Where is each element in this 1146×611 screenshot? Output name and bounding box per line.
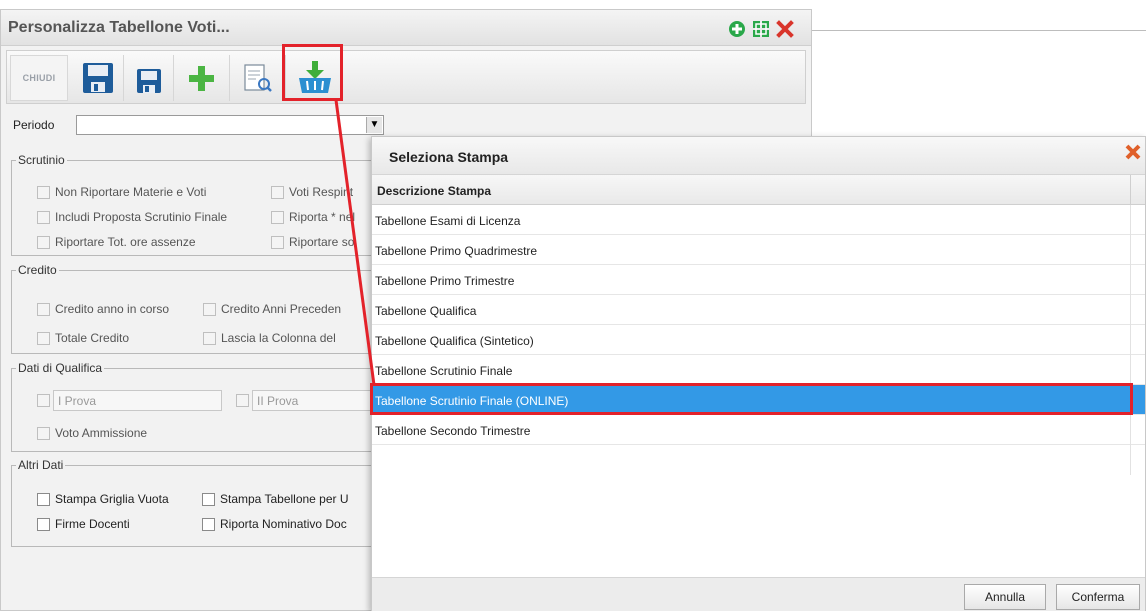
- checkbox-label: Credito Anni Preceden: [221, 302, 342, 316]
- chiudi-button[interactable]: CHIUDI: [10, 55, 68, 101]
- column-header-descrizione[interactable]: Descrizione Stampa: [377, 184, 491, 198]
- seleziona-stampa-dialog: Seleziona Stampa Descrizione Stampa Tabe…: [371, 136, 1146, 611]
- checkbox-box[interactable]: [202, 492, 215, 506]
- checkbox-label: Firme Docenti: [55, 517, 130, 531]
- checkbox-box[interactable]: [37, 235, 50, 249]
- list-item[interactable]: Tabellone Secondo Trimestre: [372, 415, 1145, 445]
- save-button[interactable]: [77, 55, 119, 101]
- checkbox-box[interactable]: [37, 185, 50, 199]
- list-column-line: [1130, 205, 1131, 475]
- prova-2-input[interactable]: II Prova: [252, 390, 372, 411]
- add-icon: [189, 66, 214, 91]
- checkbox-box[interactable]: [271, 235, 284, 249]
- add-circle-icon[interactable]: [728, 20, 746, 38]
- dialog-title: Seleziona Stampa: [389, 149, 509, 165]
- checkbox-label: Lascia la Colonna del: [221, 331, 336, 345]
- close-icon[interactable]: [1123, 142, 1143, 162]
- checkbox-label: Stampa Tabellone per U: [220, 492, 349, 506]
- checkbox-label: Non Riportare Materie e Voti: [55, 185, 207, 199]
- checkbox-label: Stampa Griglia Vuota: [55, 492, 169, 506]
- list-item[interactable]: Tabellone Qualifica (Sintetico): [372, 325, 1145, 355]
- checkbox-stampa-griglia-vuota[interactable]: Stampa Griglia Vuota: [37, 492, 169, 506]
- checkbox-totale-credito[interactable]: Totale Credito: [37, 331, 129, 345]
- checkbox-lascia-colonna[interactable]: Lascia la Colonna del: [203, 331, 336, 345]
- column-divider: [1130, 175, 1131, 205]
- dialog-title-bar: Seleziona Stampa: [372, 137, 1145, 175]
- list-item[interactable]: Tabellone Primo Trimestre: [372, 265, 1145, 295]
- checkbox-riporta-asterisco[interactable]: Riporta * nel: [271, 210, 355, 224]
- list-item[interactable]: Tabellone Primo Quadrimestre: [372, 235, 1145, 265]
- prova-1-input[interactable]: I Prova: [53, 390, 222, 411]
- annulla-button[interactable]: Annulla: [964, 584, 1046, 610]
- toolbar-separator: [173, 55, 174, 101]
- print-preview-icon: [244, 64, 272, 92]
- checkbox-label: Riporta * nel: [289, 210, 356, 224]
- list-header: Descrizione Stampa: [372, 175, 1145, 205]
- checkbox-box[interactable]: [37, 426, 50, 440]
- credito-legend: Credito: [16, 263, 59, 277]
- checkbox-label: Credito anno in corso: [55, 302, 170, 316]
- checkbox-voti-respinti[interactable]: Voti Respint: [271, 185, 353, 199]
- checkbox-box[interactable]: [37, 331, 50, 345]
- annotation-highlight-row: [370, 383, 1133, 415]
- checkbox-label: Riportare so: [289, 235, 355, 249]
- title-bar: Personalizza Tabellone Voti...: [1, 10, 811, 46]
- checkbox-box[interactable]: [202, 517, 215, 531]
- checkbox-box[interactable]: [37, 492, 50, 506]
- qualifica-legend: Dati di Qualifica: [16, 361, 105, 375]
- close-icon[interactable]: [776, 20, 794, 38]
- print-preview-button[interactable]: [235, 55, 279, 101]
- checkbox-prova-2[interactable]: [236, 394, 249, 407]
- checkbox-box[interactable]: [37, 517, 50, 531]
- checkbox-prova-1[interactable]: [37, 394, 50, 407]
- chevron-down-icon[interactable]: ▼: [366, 117, 382, 133]
- save-as-button[interactable]: [129, 55, 169, 101]
- annotation-highlight-toolbar: [282, 44, 343, 101]
- periodo-label: Periodo: [13, 118, 55, 132]
- fullscreen-icon[interactable]: [752, 20, 770, 38]
- checkbox-riportare-so[interactable]: Riportare so: [271, 235, 354, 249]
- checkbox-firme-docenti[interactable]: Firme Docenti: [37, 517, 130, 531]
- checkbox-stampa-tabellone-per[interactable]: Stampa Tabellone per U: [202, 492, 349, 506]
- toolbar: CHIUDI: [6, 50, 806, 104]
- checkbox-label: Includi Proposta Scrutinio Finale: [55, 210, 228, 224]
- checkbox-label: Riporta Nominativo Doc: [220, 517, 347, 531]
- checkbox-riportare-ore-assenze[interactable]: Riportare Tot. ore assenze: [37, 235, 196, 249]
- toolbar-separator: [123, 55, 124, 101]
- altri-dati-legend: Altri Dati: [16, 458, 66, 472]
- checkbox-box[interactable]: [271, 185, 284, 199]
- list-item[interactable]: Tabellone Scrutinio Finale: [372, 355, 1145, 385]
- checkbox-includi-proposta[interactable]: Includi Proposta Scrutinio Finale: [37, 210, 227, 224]
- checkbox-box[interactable]: [37, 210, 50, 224]
- checkbox-box[interactable]: [271, 210, 284, 224]
- list-item[interactable]: Tabellone Qualifica: [372, 295, 1145, 325]
- checkbox-non-riportare-materie[interactable]: Non Riportare Materie e Voti: [37, 185, 206, 199]
- checkbox-box[interactable]: [203, 331, 216, 345]
- checkbox-label: Riportare Tot. ore assenze: [55, 235, 196, 249]
- save-small-icon: [137, 69, 161, 93]
- checkbox-label: Voti Respint: [289, 185, 354, 199]
- dialog-footer: Annulla Conferma: [372, 577, 1145, 611]
- checkbox-riporta-nominativo[interactable]: Riporta Nominativo Doc: [202, 517, 347, 531]
- checkbox-label: Voto Ammissione: [55, 426, 148, 440]
- periodo-select[interactable]: ▼: [76, 115, 384, 135]
- background-divider: [812, 30, 1146, 31]
- window-title: Personalizza Tabellone Voti...: [8, 19, 230, 36]
- checkbox-box[interactable]: [37, 302, 50, 316]
- checkbox-label: Totale Credito: [55, 331, 130, 345]
- add-button[interactable]: [179, 55, 223, 101]
- checkbox-credito-anni-precedenti[interactable]: Credito Anni Preceden: [203, 302, 341, 316]
- scrutinio-legend: Scrutinio: [16, 153, 67, 167]
- conferma-button[interactable]: Conferma: [1056, 584, 1140, 610]
- checkbox-box[interactable]: [203, 302, 216, 316]
- top-strip: [0, 0, 1146, 9]
- toolbar-separator: [229, 55, 230, 101]
- checkbox-voto-ammissione[interactable]: Voto Ammissione: [37, 426, 147, 440]
- list-item[interactable]: Tabellone Esami di Licenza: [372, 205, 1145, 235]
- checkbox-credito-anno-corso[interactable]: Credito anno in corso: [37, 302, 169, 316]
- save-icon: [83, 63, 113, 93]
